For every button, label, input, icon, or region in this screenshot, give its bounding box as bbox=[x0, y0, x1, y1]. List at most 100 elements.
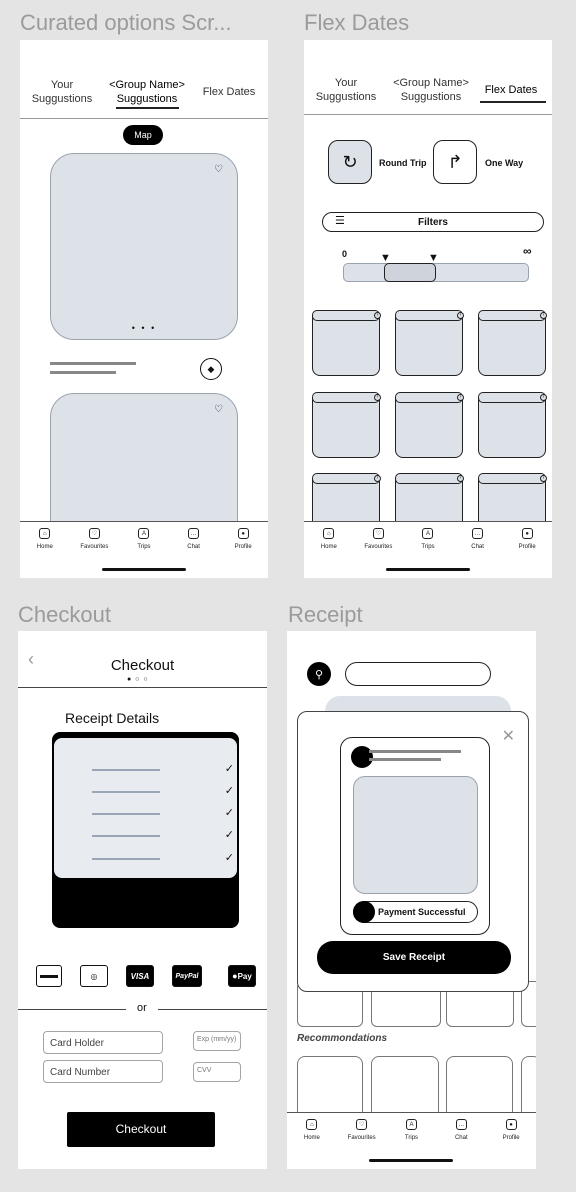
active-tab-underline bbox=[480, 101, 546, 103]
nav-trips[interactable]: A Trips bbox=[121, 528, 167, 550]
round-trip-icon[interactable]: ↻ bbox=[328, 140, 372, 184]
map-button[interactable]: Map bbox=[123, 125, 163, 145]
range-handle-right[interactable]: ▼ bbox=[428, 252, 439, 264]
check-icon: ✓ bbox=[224, 763, 234, 775]
tab-group-suggestions[interactable]: <Group Name> Suggustions bbox=[106, 78, 188, 106]
apple-pay-icon[interactable]: ● Pay bbox=[228, 965, 256, 987]
search-icon[interactable]: ⚲ bbox=[307, 662, 331, 686]
carousel-dots: • • • bbox=[131, 323, 157, 333]
date-range-track[interactable] bbox=[343, 263, 529, 282]
tab-your-suggestions[interactable]: Your Suggustions bbox=[26, 78, 98, 106]
tab-label: <Group Name> bbox=[393, 77, 469, 89]
checkout-button[interactable]: Checkout bbox=[67, 1112, 215, 1147]
flex-dates-screen: Your Suggustions <Group Name> Suggustion… bbox=[304, 40, 552, 578]
credit-card-icon[interactable] bbox=[36, 965, 62, 987]
frame-title-curated: Curated options Scr... bbox=[20, 10, 232, 35]
close-icon[interactable]: ✕ bbox=[502, 726, 515, 746]
chevron-icon: › bbox=[540, 394, 547, 401]
checkout-title: Checkout bbox=[110, 657, 175, 674]
paypal-icon[interactable]: PayPal bbox=[172, 965, 202, 987]
date-card[interactable]: › bbox=[395, 310, 464, 376]
tab-divider bbox=[304, 114, 552, 115]
nav-favourites[interactable]: ♡ Favourites bbox=[339, 1119, 385, 1141]
tab-label: Suggustions bbox=[400, 91, 462, 103]
one-way-icon[interactable]: ↱ bbox=[433, 140, 477, 184]
bottom-nav-container: ⌂ Home ♡ Favourites A Trips … Chat ● Profile bbox=[304, 521, 552, 578]
range-max-label: ∞ bbox=[523, 244, 532, 258]
nav-chat[interactable]: … Chat bbox=[455, 528, 501, 550]
home-indicator bbox=[369, 1159, 453, 1162]
frame-title-checkout: Checkout bbox=[18, 602, 111, 627]
visa-icon[interactable]: VISA bbox=[126, 965, 154, 987]
card-stripe bbox=[40, 974, 58, 978]
tab-label: Flex Dates bbox=[484, 84, 538, 96]
date-card-header: › bbox=[395, 392, 464, 403]
tab-flex-dates[interactable]: Flex Dates bbox=[196, 85, 262, 99]
filters-button[interactable]: ☰ Filters bbox=[322, 212, 544, 232]
nav-label: Trips bbox=[421, 544, 435, 550]
bottom-nav-container: ⌂ Home ♡ Favourites A Trips … Chat ● Profile bbox=[20, 521, 268, 578]
nav-home[interactable]: ⌂ Home bbox=[289, 1119, 335, 1141]
card-number-field[interactable]: Card Number bbox=[43, 1060, 163, 1083]
nav-profile[interactable]: ● Profile bbox=[220, 528, 266, 550]
save-receipt-button[interactable]: Save Receipt bbox=[317, 941, 511, 974]
select-radio-icon[interactable]: ◆ bbox=[200, 358, 222, 380]
search-input[interactable] bbox=[345, 662, 491, 686]
nav-profile[interactable]: ● Profile bbox=[488, 1119, 534, 1141]
checkout-screen: ‹ Checkout ● ○ ○ Receipt Details ✓ ✓ ✓ ✓… bbox=[18, 631, 267, 1169]
receipt-card bbox=[52, 732, 239, 928]
nav-profile[interactable]: ● Profile bbox=[504, 528, 550, 550]
nav-label: Home bbox=[36, 544, 53, 550]
date-range-selection[interactable] bbox=[384, 263, 436, 282]
check-icon: ✓ bbox=[224, 807, 234, 819]
exp-date-field[interactable]: Exp (mm/yy) bbox=[193, 1031, 241, 1051]
chevron-icon: › bbox=[457, 394, 464, 401]
date-card-header: › bbox=[478, 392, 547, 403]
date-card-header: › bbox=[312, 392, 381, 403]
round-trip-label: Round Trip bbox=[379, 158, 427, 168]
profile-icon: ● bbox=[505, 1119, 517, 1130]
nav-chat[interactable]: … Chat bbox=[438, 1119, 484, 1141]
suggestion-card[interactable]: ♡ • • • bbox=[50, 153, 238, 340]
heart-icon[interactable]: ♡ bbox=[214, 404, 223, 415]
tab-label: Your bbox=[334, 77, 358, 89]
nav-favourites[interactable]: ♡ Favourites bbox=[71, 528, 117, 550]
tab-flex-dates[interactable]: Flex Dates bbox=[480, 83, 542, 97]
tab-your-suggestions[interactable]: Your Suggustions bbox=[310, 76, 382, 104]
mastercard-icon[interactable]: ◎ bbox=[80, 965, 108, 987]
chat-icon: … bbox=[455, 1119, 467, 1130]
nav-label: Home bbox=[303, 1135, 320, 1141]
tab-label: Suggustions bbox=[31, 93, 93, 105]
tab-group-suggestions[interactable]: <Group Name> Suggustions bbox=[390, 76, 472, 104]
cvv-field[interactable]: CVV bbox=[193, 1062, 241, 1082]
date-card[interactable]: › bbox=[478, 310, 547, 376]
chevron-icon: › bbox=[540, 312, 547, 319]
tab-divider bbox=[20, 118, 268, 119]
date-card[interactable]: › bbox=[312, 310, 381, 376]
card-holder-field[interactable]: Card Holder bbox=[43, 1031, 163, 1054]
receipt-preview: Payment Successful bbox=[340, 737, 490, 935]
nav-trips[interactable]: A Trips bbox=[388, 1119, 434, 1141]
heart-icon[interactable]: ♡ bbox=[214, 164, 223, 175]
nav-chat[interactable]: … Chat bbox=[171, 528, 217, 550]
chevron-icon: › bbox=[540, 475, 547, 482]
nav-label: Profile bbox=[502, 1135, 520, 1141]
nav-label: Profile bbox=[518, 544, 536, 550]
date-card[interactable]: › bbox=[312, 392, 381, 458]
date-card[interactable]: › bbox=[395, 392, 464, 458]
filters-label: Filters bbox=[417, 217, 448, 228]
chevron-icon: › bbox=[457, 475, 464, 482]
chevron-icon: › bbox=[374, 394, 381, 401]
or-divider-right bbox=[158, 1009, 267, 1010]
nav-home[interactable]: ⌂ Home bbox=[306, 528, 352, 550]
bottom-nav: ⌂ Home ♡ Favourites A Trips … Chat ● Profile bbox=[20, 528, 268, 550]
nav-favourites[interactable]: ♡ Favourites bbox=[355, 528, 401, 550]
line-placeholder bbox=[92, 813, 160, 815]
range-handle-left[interactable]: ▼ bbox=[380, 252, 391, 264]
heart-icon: ♡ bbox=[372, 528, 384, 539]
tab-label: Your bbox=[50, 79, 74, 91]
nav-home[interactable]: ⌂ Home bbox=[22, 528, 68, 550]
nav-trips[interactable]: A Trips bbox=[405, 528, 451, 550]
nav-label: Trips bbox=[137, 544, 151, 550]
date-card[interactable]: › bbox=[478, 392, 547, 458]
